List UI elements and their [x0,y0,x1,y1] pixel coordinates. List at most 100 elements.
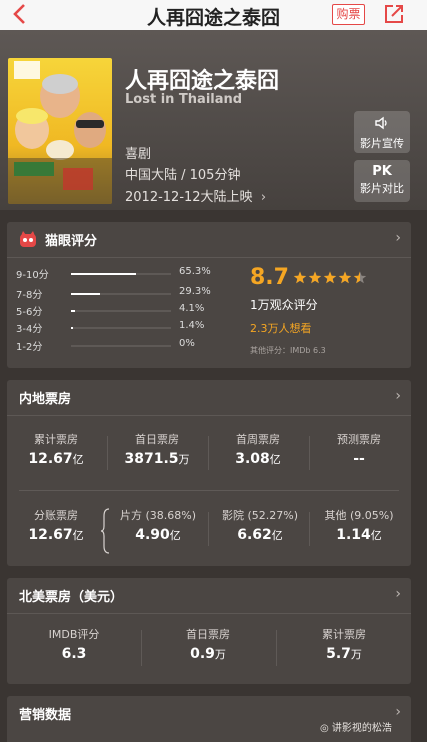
rating-count: 1万观众评分 [250,298,318,312]
star-filled-icon [323,271,337,284]
producer-share: 片方 (38.68%) 4.90亿 [110,508,206,547]
rating-score: 8.7 [250,265,289,290]
rating-row-label: 1-2分 [16,342,43,353]
rating-stars [293,271,373,289]
mainland-split-total: 分账票房 12.67亿 [8,508,104,547]
stat-label: 累计票房 [34,433,78,446]
north-america-section-title: 北美票房（美元） [19,590,124,605]
stat-label: 其他 (9.05%) [324,509,394,522]
chevron-right-icon: › [395,388,401,404]
rating-row-percent: 29.3% [179,286,211,297]
promo-button[interactable]: 影片宣传 [354,111,410,153]
compare-button[interactable]: PK 影片对比 [354,160,410,202]
mainland-section-title: 内地票房 [19,392,72,407]
mainland-total: 累计票房 12.67亿 [8,432,104,471]
watermark-text: 讲影视的松浩 [331,723,392,734]
stat-label: 首周票房 [236,433,280,446]
movie-genre: 喜剧 [125,147,152,162]
stat-value: 6.3 [61,646,87,662]
stat-value: 0.9万 [190,646,226,662]
rating-row: 5-6分 4.1% [16,303,206,319]
stat-value: 12.67亿 [28,451,84,467]
weibo-icon: ◎ [320,723,332,734]
stat-label: 累计票房 [322,628,366,641]
stat-label: 预测票房 [337,433,381,446]
mainland-first-week: 首周票房 3.08亿 [210,432,306,471]
back-icon[interactable] [8,1,34,27]
rating-row-percent: 4.1% [179,303,205,314]
star-filled-icon [293,271,307,284]
movie-poster[interactable] [8,58,112,204]
promo-label: 影片宣传 [360,137,404,150]
rating-bar-track [71,345,171,347]
rating-row-label: 9-10分 [16,270,49,281]
na-total: 累计票房 5.7万 [296,627,392,666]
stat-label: 分账票房 [34,509,78,522]
star-filled-icon [308,271,322,284]
chevron-right-icon: › [395,230,401,246]
stat-value: 5.7万 [326,646,362,662]
nav-bar: 人再囧途之泰囧 购票 [0,0,427,30]
na-first-day: 首日票房 0.9万 [160,627,256,666]
rating-card-header[interactable]: 猫眼评分 › [7,222,411,258]
chevron-right-icon: › [395,586,401,602]
release-date: 2012-12-12大陆上映 [125,190,253,205]
rating-row: 3-4分 1.4% [16,320,206,336]
star-filled-icon [338,271,352,284]
rating-row: 1-2分 0% [16,338,206,354]
rating-bar-track [71,327,171,329]
movie-english-title: Lost in Thailand [125,92,243,107]
stat-value: 1.14亿 [336,527,382,543]
stat-value: 3.08亿 [235,451,281,467]
divider [141,630,142,666]
divider [19,490,399,491]
rating-bar-track [71,293,171,295]
stat-value: -- [353,451,365,467]
divider [208,512,209,546]
watermark: ◎ 讲影视的松浩 [320,719,392,734]
rating-row-label: 7-8分 [16,290,43,301]
north-america-card-header[interactable]: 北美票房（美元） › [7,578,411,614]
mainland-card-header[interactable]: 内地票房 › [7,380,411,416]
rating-section-title: 猫眼评分 [45,234,98,249]
rating-row: 9-10分 65.3% [16,266,211,282]
cinema-share: 影院 (52.27%) 6.62亿 [212,508,308,547]
movie-title: 人再囧途之泰囧 [125,69,280,94]
divider [107,436,108,470]
stat-value: 4.90亿 [135,527,181,543]
divider [309,512,310,546]
stat-label: IMDB评分 [48,628,100,641]
divider [208,436,209,470]
compare-label: 影片对比 [360,182,404,195]
stat-value: 12.67亿 [28,527,84,543]
divider [276,630,277,666]
other-rating-imdb: 其他评分：IMDb 6.3 [250,346,326,355]
share-icon[interactable] [383,3,405,25]
rating-row-percent: 0% [179,338,195,349]
stat-label: 影院 (52.27%) [221,509,299,522]
rating-bar-fill [71,273,137,275]
stat-value: 3871.5万 [124,451,190,467]
movie-region-duration: 中国大陆 / 105分钟 [125,168,241,183]
imdb-rating: IMDB评分 6.3 [26,627,122,666]
rating-bar-fill [71,293,101,295]
mainland-first-day: 首日票房 3871.5万 [109,432,205,471]
buy-ticket-button[interactable]: 购票 [332,4,365,25]
rating-row-percent: 1.4% [179,320,205,331]
divider [309,436,310,470]
rating-bar-fill [71,327,73,329]
speaker-icon [354,114,410,136]
chevron-right-icon: › [256,190,267,205]
mainland-forecast: 预测票房 -- [311,432,407,471]
rating-bar-track [71,273,171,275]
want-to-see-count: 2.3万人想看 [250,322,312,335]
rating-row-label: 3-4分 [16,324,43,335]
maoyan-cat-icon [19,231,37,253]
chevron-right-icon: › [395,704,401,720]
other-share: 其他 (9.05%) 1.14亿 [311,508,407,547]
stat-label: 片方 (38.68%) [119,509,197,522]
pk-icon: PK [372,164,392,179]
release-date-link[interactable]: 2012-12-12大陆上映 › [125,186,266,205]
marketing-section-title: 营销数据 [19,708,72,723]
rating-row: 7-8分 29.3% [16,286,211,302]
